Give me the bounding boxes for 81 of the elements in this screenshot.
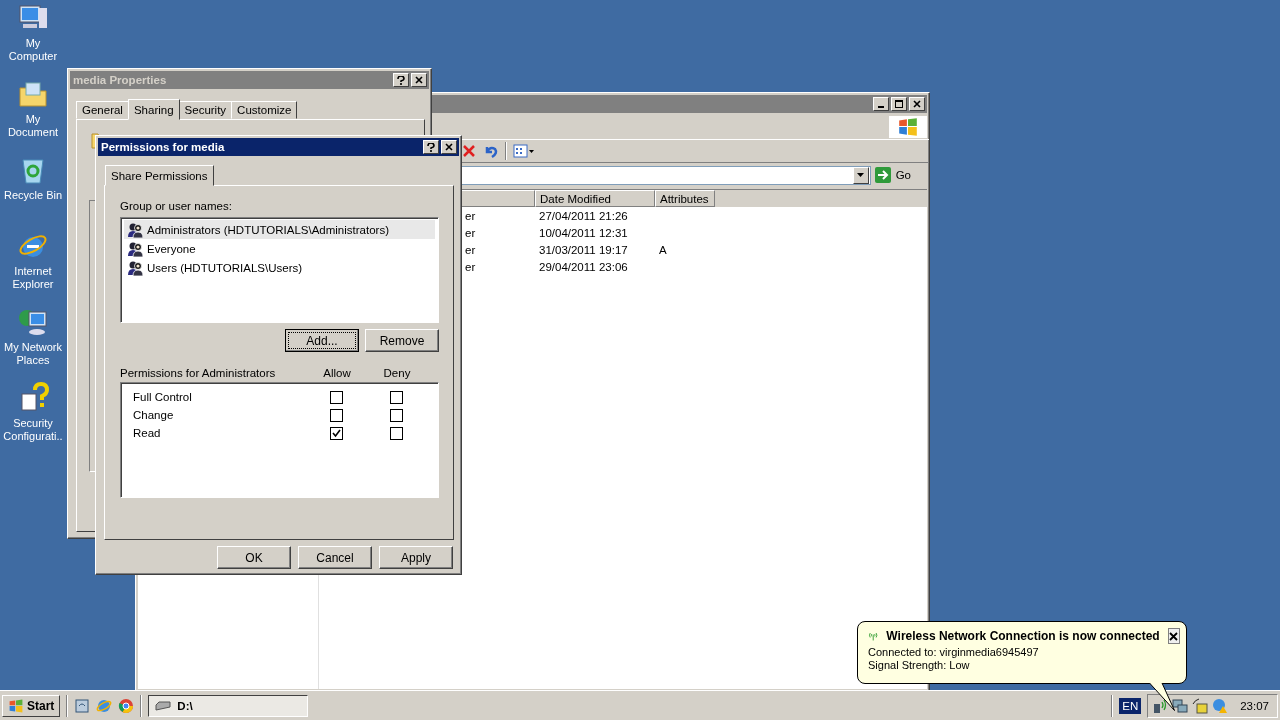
start-button[interactable]: Start: [2, 694, 61, 717]
check-icon: [331, 428, 341, 438]
icon-label[interactable]: Security Configurati..: [0, 417, 66, 443]
add-button[interactable]: Add...: [285, 329, 359, 352]
user-group-icon: [127, 221, 143, 238]
column-header: Allow: [323, 367, 351, 379]
arrow-icon: [874, 167, 891, 183]
tab[interactable]: Share Permissions: [105, 165, 214, 186]
window-title: Permissions for media: [101, 141, 225, 153]
user-group-icon: [127, 259, 143, 276]
dialog-button[interactable]: OK: [217, 546, 291, 569]
user-item[interactable]: Everyone: [124, 239, 435, 258]
group-label: Group or user names:: [120, 200, 233, 212]
icon-label[interactable]: Internet Explorer: [0, 265, 66, 291]
deny-checkbox[interactable]: [389, 426, 403, 440]
table-cell: 29/04/2011 23:06: [539, 260, 628, 273]
allow-checkbox[interactable]: [329, 426, 343, 440]
column-header[interactable]: Attributes: [655, 190, 715, 207]
table-cell: 27/04/2011 21:26: [539, 209, 628, 222]
table-cell: er: [465, 260, 476, 273]
table-cell: er: [465, 209, 476, 222]
tab[interactable]: General: [76, 101, 129, 119]
views-icon[interactable]: [513, 143, 535, 159]
language-indicator[interactable]: EN: [1119, 697, 1142, 714]
close-icon: [913, 100, 921, 108]
icon-label[interactable]: My Document: [0, 113, 66, 139]
circle-icon[interactable]: [118, 697, 135, 714]
close-icon: [1169, 631, 1179, 641]
user-name: Everyone: [147, 242, 196, 255]
notification-text: Connected to: virginmedia6945497: [868, 646, 1040, 659]
remove-button[interactable]: Remove: [365, 329, 439, 352]
maximize-icon: [895, 100, 903, 108]
wireless-icon: [868, 630, 879, 642]
tab[interactable]: Security: [178, 101, 233, 119]
user-group-icon: [127, 240, 143, 257]
table-cell: 31/03/2011 19:17: [539, 243, 628, 256]
column-header[interactable]: Date Modified: [535, 190, 655, 207]
question-mark-icon: [397, 75, 405, 85]
user-item[interactable]: Administrators (HDTUTORIALS\Administrators): [124, 220, 435, 239]
permission-name: Full Control: [133, 391, 192, 403]
permissions-label: Permissions for Administrators: [120, 367, 277, 379]
permission-name: Change: [133, 409, 174, 421]
help-button[interactable]: [423, 140, 439, 154]
network-icon[interactable]: [1172, 697, 1189, 714]
drive-icon: [155, 700, 172, 711]
dialog-button[interactable]: Cancel: [298, 546, 372, 569]
taskbar-button[interactable]: D:\: [148, 694, 309, 717]
document-icon[interactable]: [74, 697, 91, 714]
go-button[interactable]: Go: [874, 167, 925, 183]
tab[interactable]: Customize: [231, 101, 298, 119]
deny-checkbox[interactable]: [389, 390, 403, 404]
wireless-icon[interactable]: [1152, 697, 1169, 714]
icon-label[interactable]: Recycle Bin: [3, 189, 63, 202]
deny-checkbox[interactable]: [389, 408, 403, 422]
notification-text: Signal Strength: Low: [868, 659, 971, 672]
close-button[interactable]: [1167, 628, 1180, 644]
windows-logo-icon: [8, 697, 24, 714]
user-name: Administrators (HDTUTORIALS\Administrators): [147, 223, 389, 236]
dialog-button[interactable]: Apply: [379, 546, 453, 569]
user-item[interactable]: Users (HDTUTORIALS\Users): [124, 258, 435, 277]
column-header: Deny: [383, 367, 411, 379]
table-cell: er: [465, 243, 476, 256]
allow-checkbox[interactable]: [329, 390, 343, 404]
icon-label[interactable]: My Network Places: [0, 341, 66, 367]
delete-icon[interactable]: [461, 143, 477, 159]
window-title: media Properties: [73, 74, 167, 86]
caret-icon: [857, 173, 865, 177]
question-mark-icon: [427, 142, 435, 152]
icon-label[interactable]: My Computer: [0, 37, 66, 63]
table-cell: er: [465, 226, 476, 239]
allow-checkbox[interactable]: [329, 408, 343, 422]
clock: 23:07: [1240, 699, 1269, 712]
close-icon: [445, 143, 453, 151]
close-icon: [415, 76, 423, 84]
dropdown-button[interactable]: [852, 166, 869, 184]
notification-title: Wireless Network Connection is now connected: [886, 629, 1160, 643]
table-cell: 10/04/2011 12:31: [539, 226, 628, 239]
table-cell: A: [659, 243, 667, 256]
permission-name: Read: [133, 427, 161, 439]
tab[interactable]: Sharing: [127, 99, 180, 120]
user-name: Users (HDTUTORIALS\Users): [147, 261, 303, 274]
